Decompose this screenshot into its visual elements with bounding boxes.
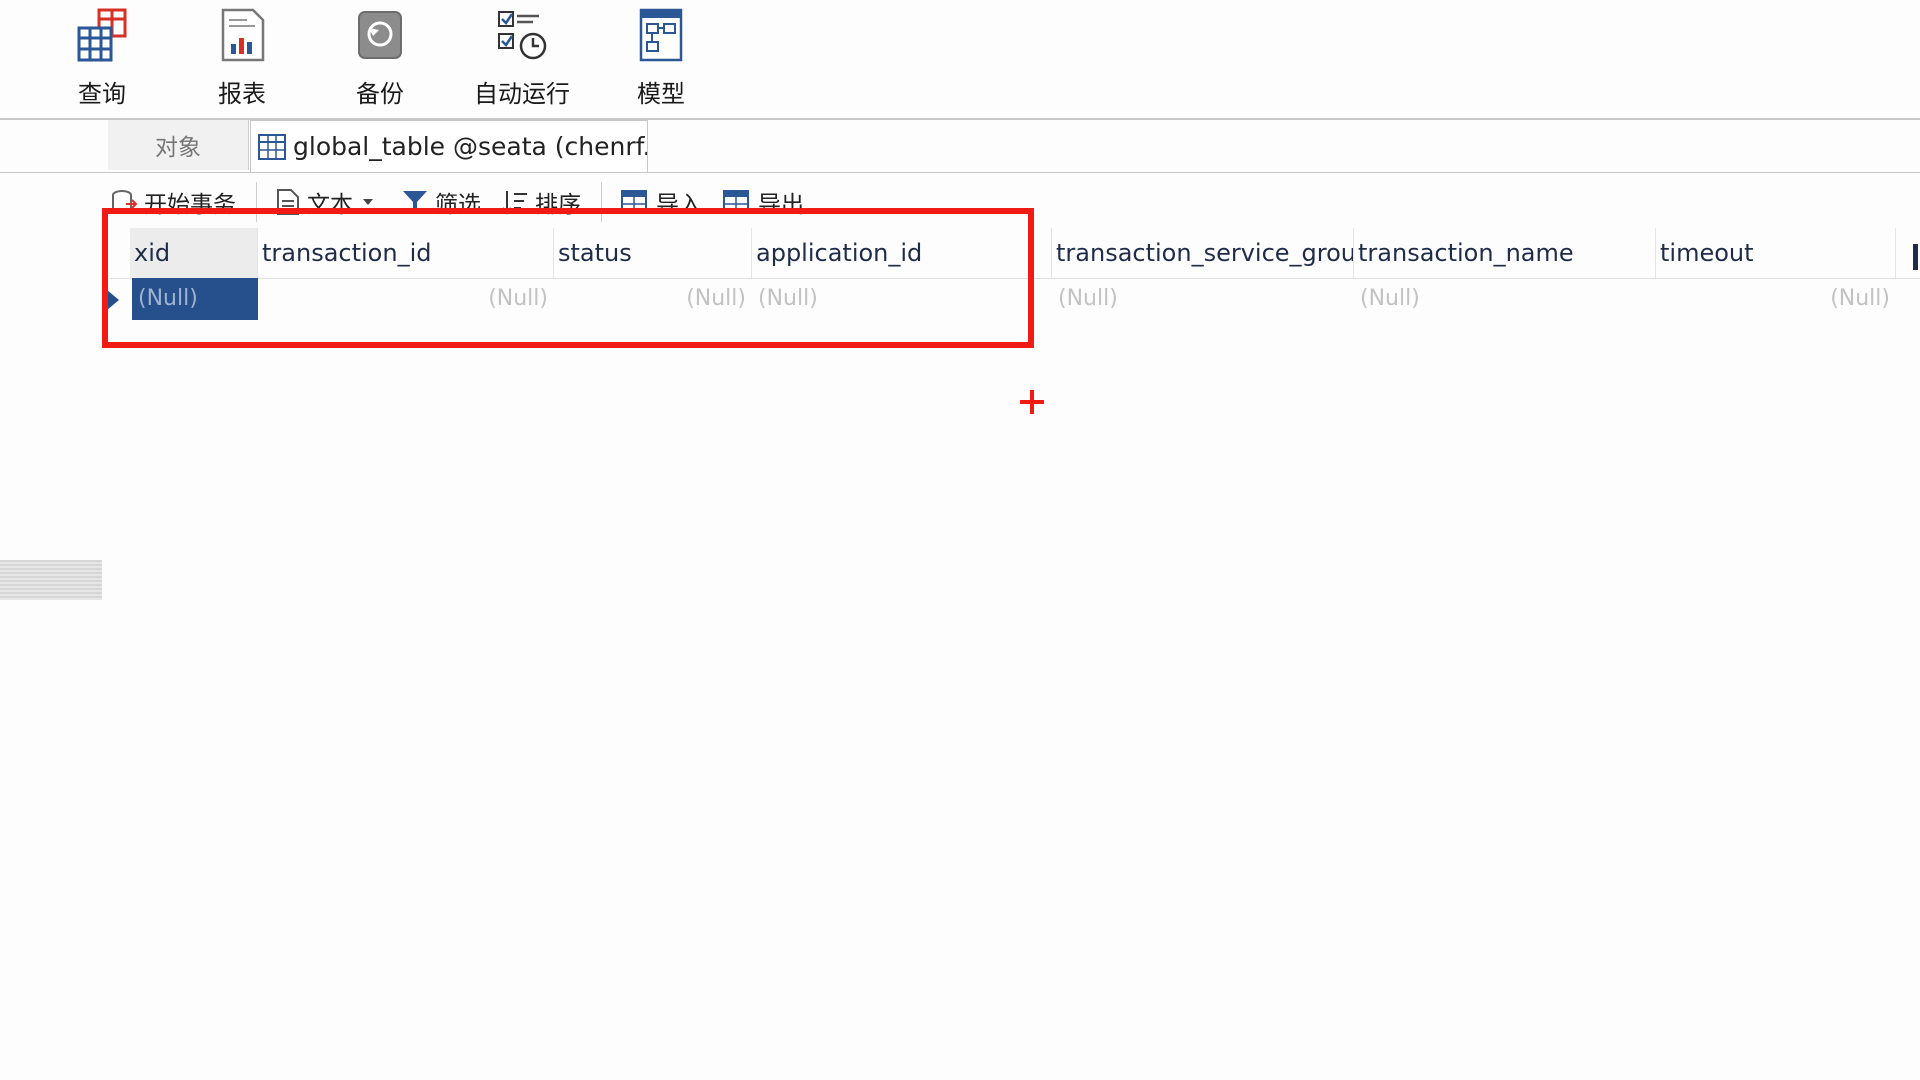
ribbon-auto-run-label: 自动运行	[474, 80, 570, 108]
cell-transaction-name[interactable]: (Null)	[1354, 278, 1656, 320]
ribbon-auto-run-button[interactable]: 自动运行	[462, 4, 582, 114]
ribbon-backup-label: 备份	[356, 80, 404, 108]
model-diagram-icon	[639, 8, 683, 62]
ribbon-query-label: 查询	[78, 80, 126, 108]
cell-transaction-service-group[interactable]: (Null)	[1052, 278, 1354, 320]
backup-icon	[358, 11, 402, 59]
table-icon	[258, 133, 286, 160]
chevron-down-icon	[363, 199, 373, 205]
ribbon-toolbar: 查询 报表 备份 自动运行 模型	[0, 0, 1920, 120]
cell-timeout[interactable]: (Null)	[1656, 278, 1896, 320]
horizontal-scroll-thumb[interactable]	[0, 560, 102, 600]
ribbon-report-button[interactable]: 报表	[182, 4, 302, 114]
red-crosshair-cursor-icon	[1020, 390, 1044, 414]
column-header-timeout[interactable]: timeout	[1656, 228, 1896, 278]
report-chart-icon	[221, 8, 265, 62]
ribbon-model-label: 模型	[637, 80, 685, 108]
tab-global-table-label: global_table @seata (chenrf...	[293, 132, 648, 161]
ribbon-report-label: 报表	[218, 80, 266, 108]
query-grid-icon	[77, 8, 127, 62]
auto-run-checklist-icon	[498, 11, 547, 60]
document-tab-bar: 对象 global_table @seata (chenrf...	[0, 120, 1920, 173]
tab-global-table[interactable]: global_table @seata (chenrf...	[250, 120, 648, 172]
ribbon-model-button[interactable]: 模型	[601, 4, 721, 114]
column-edge-marker	[1913, 244, 1918, 270]
column-header-transaction-name[interactable]: transaction_name	[1354, 228, 1656, 278]
column-header-transaction-service-group[interactable]: transaction_service_group	[1052, 228, 1354, 278]
ribbon-query-button[interactable]: 查询	[42, 4, 162, 114]
ribbon-backup-button[interactable]: 备份	[320, 4, 440, 114]
red-highlight-box	[102, 208, 1034, 348]
tab-objects[interactable]: 对象	[108, 120, 249, 170]
